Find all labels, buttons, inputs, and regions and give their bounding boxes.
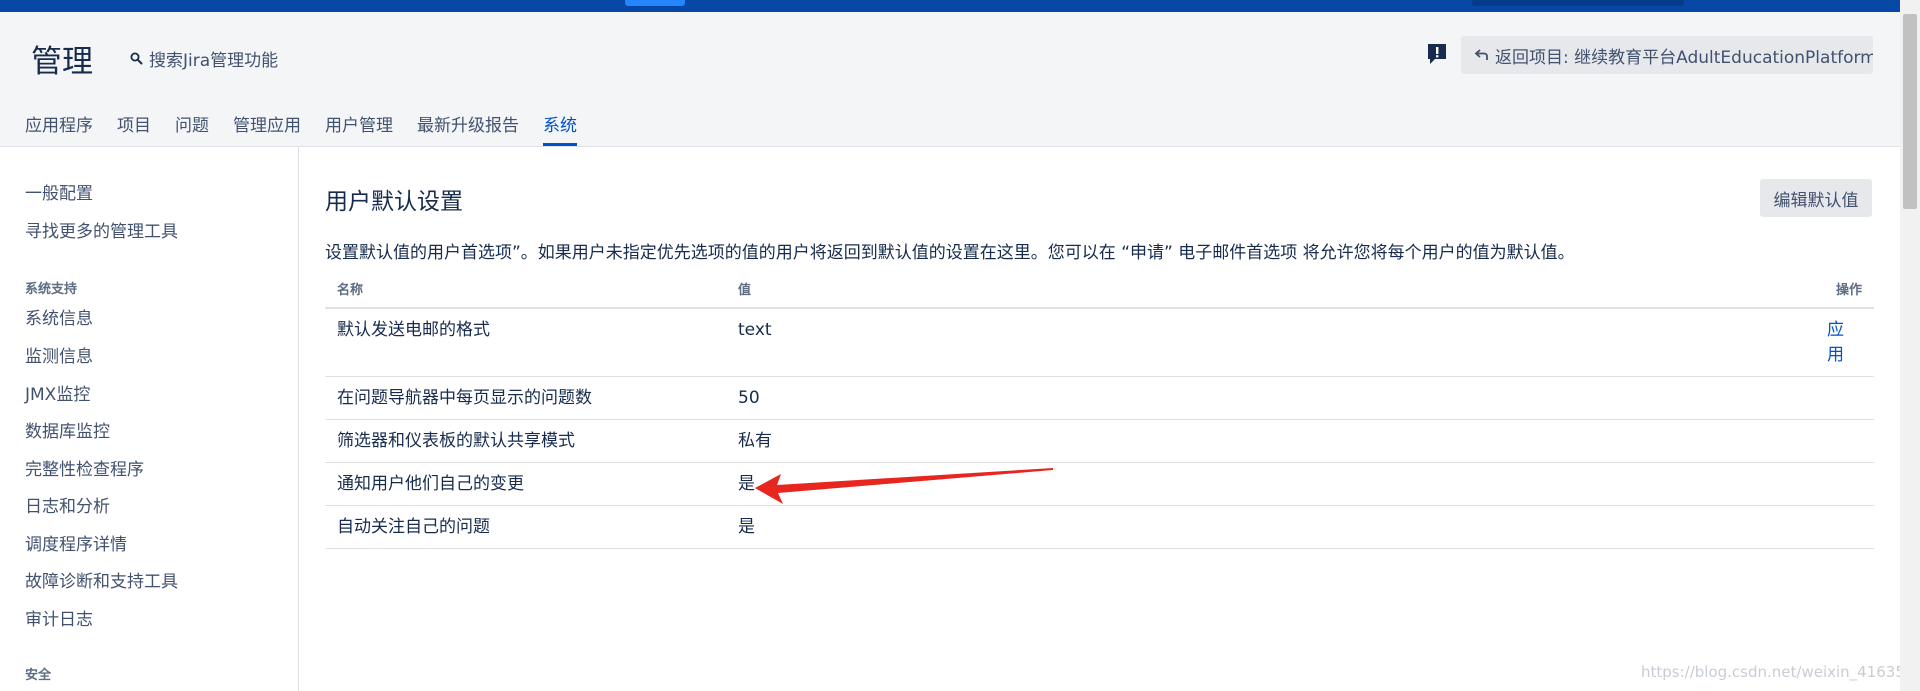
page-description: 设置默认值的用户首选项”。如果用户未指定优先选项的值的用户将返回到默认值的设置在… <box>325 243 1575 263</box>
content-title: 用户默认设置 <box>325 189 463 215</box>
apply-link[interactable]: 应用 <box>1827 318 1847 368</box>
column-header-operations: 操作 <box>1790 270 1874 309</box>
row-name: 筛选器和仪表板的默认共享模式 <box>325 419 726 463</box>
top-nav-search-box[interactable] <box>1472 0 1684 6</box>
row-operations <box>1790 505 1874 549</box>
edit-defaults-button[interactable]: 编辑默认值 <box>1760 179 1872 217</box>
tab-issues[interactable]: 问题 <box>175 108 209 146</box>
return-to-project-label: 返回项目: 继续教育平台AdultEducationPlatform <box>1495 47 1873 68</box>
admin-tabs: 应用程序 项目 问题 管理应用 用户管理 最新升级报告 系统 <box>25 108 601 146</box>
row-name: 在问题导航器中每页显示的问题数 <box>325 376 726 420</box>
row-operations <box>1790 462 1874 506</box>
sidebar-item-monitoring-info[interactable]: 监测信息 <box>25 342 93 367</box>
sidebar-item-database-monitoring[interactable]: 数据库监控 <box>25 417 110 442</box>
row-name: 默认发送电邮的格式 <box>325 308 726 377</box>
tab-manage-apps[interactable]: 管理应用 <box>233 108 301 146</box>
tab-applications[interactable]: 应用程序 <box>25 108 93 146</box>
row-operations <box>1790 376 1874 420</box>
tab-system[interactable]: 系统 <box>543 108 577 146</box>
sidebar-section-system-support: 系统支持 <box>25 282 78 297</box>
sidebar-item-troubleshooting-tools[interactable]: 故障诊断和支持工具 <box>25 567 178 592</box>
tab-upgrade-report[interactable]: 最新升级报告 <box>417 108 519 146</box>
sidebar-item-integrity-checker[interactable]: 完整性检查程序 <box>25 455 144 480</box>
tab-projects[interactable]: 项目 <box>117 108 151 146</box>
table-row: 自动关注自己的问题 是 <box>325 505 1874 549</box>
row-name: 自动关注自己的问题 <box>325 505 726 549</box>
table-row: 默认发送电邮的格式 text 应用 <box>325 308 1874 377</box>
main-content: 用户默认设置 编辑默认值 设置默认值的用户首选项”。如果用户未指定优先选项的值的… <box>299 147 1900 691</box>
scrollbar-thumb[interactable] <box>1903 14 1917 209</box>
admin-search-placeholder: 搜索Jira管理功能 <box>149 50 279 71</box>
table-row: 在问题导航器中每页显示的问题数 50 <box>325 376 1874 420</box>
return-to-project-button[interactable]: 返回项目: 继续教育平台AdultEducationPlatform <box>1461 36 1873 74</box>
row-operations <box>1790 419 1874 463</box>
sidebar-item-general-config[interactable]: 一般配置 <box>25 179 93 204</box>
table-row: 通知用户他们自己的变更 是 <box>325 462 1874 506</box>
user-defaults-table: 名称 值 操作 默认发送电邮的格式 text 应用 在问题导航器中每页显示的问题… <box>325 270 1874 549</box>
top-navigation-bar <box>0 0 1920 12</box>
sidebar-item-system-info[interactable]: 系统信息 <box>25 304 93 329</box>
annotation-arrow-icon <box>755 468 1053 504</box>
row-value: 私有 <box>726 419 1790 463</box>
row-value: 是 <box>726 505 1790 549</box>
page-title: 管理 <box>31 44 93 80</box>
sidebar-section-security: 安全 <box>25 668 52 683</box>
row-value: text <box>726 308 1790 377</box>
sidebar-item-more-admin-tools[interactable]: 寻找更多的管理工具 <box>25 217 178 242</box>
admin-search-input[interactable]: 搜索Jira管理功能 <box>130 44 278 72</box>
tab-user-management[interactable]: 用户管理 <box>325 108 393 146</box>
column-header-name: 名称 <box>325 270 726 309</box>
sidebar-item-audit-log[interactable]: 审计日志 <box>25 605 93 630</box>
sidebar-item-jmx-monitoring[interactable]: JMX监控 <box>25 380 90 405</box>
feedback-icon[interactable] <box>1426 42 1448 68</box>
table-row: 筛选器和仪表板的默认共享模式 私有 <box>325 419 1874 463</box>
page-scrollbar[interactable] <box>1900 0 1920 691</box>
sidebar-item-scheduler-details[interactable]: 调度程序详情 <box>25 530 127 555</box>
return-arrow-icon <box>1475 49 1488 60</box>
column-header-value: 值 <box>726 270 1790 309</box>
row-name: 通知用户他们自己的变更 <box>325 462 726 506</box>
search-icon <box>130 52 143 64</box>
watermark: https://blog.csdn.net/weixin_41635857 <box>1641 663 1920 681</box>
row-operations: 应用 <box>1790 308 1874 377</box>
top-nav-create-button[interactable] <box>625 0 685 6</box>
sidebar-item-logging-profiling[interactable]: 日志和分析 <box>25 492 110 517</box>
admin-sidebar: 一般配置 寻找更多的管理工具 系统支持 系统信息 监测信息 JMX监控 数据库监… <box>0 147 299 691</box>
row-value: 50 <box>726 376 1790 420</box>
table-header-row: 名称 值 操作 <box>325 270 1874 309</box>
admin-header: 管理 搜索Jira管理功能 返回项目: 继续教育平台AdultEducation… <box>0 12 1900 147</box>
